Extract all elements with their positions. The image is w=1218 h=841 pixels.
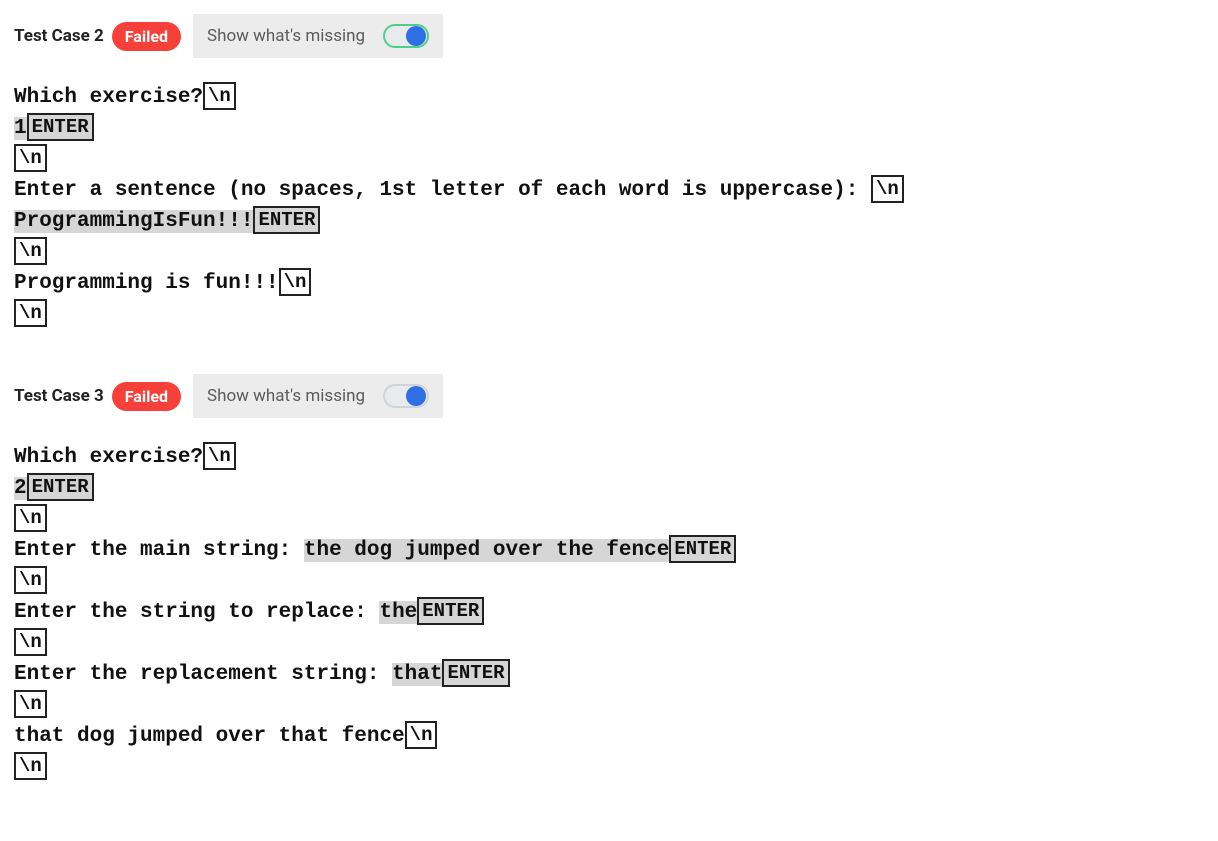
console-line: ProgrammingIsFun!!!ENTER <box>14 206 1204 237</box>
console-line: \n <box>14 299 1204 330</box>
output-text: Enter the string to replace: <box>14 601 379 624</box>
test-case-header: Test Case 2 Failed Show what's missing <box>14 14 1204 58</box>
console-output: Which exercise?\n2ENTER\nEnter the main … <box>14 442 1204 783</box>
enter-key-token: ENTER <box>442 659 509 687</box>
toggle-knob <box>406 386 426 406</box>
output-text: Programming is fun!!! <box>14 272 279 295</box>
test-case-block: Test Case 2 Failed Show what's missing Whic… <box>14 14 1204 330</box>
user-input-text: 1 <box>14 117 27 140</box>
console-line: \n <box>14 690 1204 721</box>
console-output: Which exercise?\n1ENTER\nEnter a sentenc… <box>14 82 1204 330</box>
user-input-text: ProgrammingIsFun!!! <box>14 210 253 233</box>
console-line: Which exercise?\n <box>14 442 1204 473</box>
show-missing-label: Show what's missing <box>207 386 365 406</box>
test-case-header: Test Case 3 Failed Show what's missing <box>14 374 1204 418</box>
console-line: Programming is fun!!!\n <box>14 268 1204 299</box>
show-missing-toggle[interactable] <box>383 24 429 48</box>
console-line: \n <box>14 566 1204 597</box>
toggle-knob <box>406 26 426 46</box>
newline-token: \n <box>14 628 47 656</box>
console-line: Which exercise?\n <box>14 82 1204 113</box>
status-badge: Failed <box>112 382 181 411</box>
enter-key-token: ENTER <box>417 597 484 625</box>
user-input-text: the dog jumped over the fence <box>304 539 669 562</box>
output-text: Which exercise? <box>14 446 203 469</box>
console-line: Enter the string to replace: theENTER <box>14 597 1204 628</box>
newline-token: \n <box>14 690 47 718</box>
output-text: Which exercise? <box>14 86 203 109</box>
enter-key-token: ENTER <box>27 113 94 141</box>
show-missing-label: Show what's missing <box>207 26 365 46</box>
user-input-text: 2 <box>14 477 27 500</box>
console-line: Enter the replacement string: thatENTER <box>14 659 1204 690</box>
output-text: Enter the main string: <box>14 539 304 562</box>
console-line: \n <box>14 752 1204 783</box>
console-line: that dog jumped over that fence\n <box>14 721 1204 752</box>
test-case-block: Test Case 3 Failed Show what's missing Whic… <box>14 374 1204 783</box>
newline-token: \n <box>14 566 47 594</box>
newline-token: \n <box>279 268 312 296</box>
console-line: \n <box>14 144 1204 175</box>
enter-key-token: ENTER <box>27 473 94 501</box>
output-text: that dog jumped over that fence <box>14 725 405 748</box>
newline-token: \n <box>203 442 236 470</box>
output-text: Enter the replacement string: <box>14 663 392 686</box>
show-missing-control: Show what's missing <box>193 14 443 58</box>
newline-token: \n <box>14 144 47 172</box>
show-missing-control: Show what's missing <box>193 374 443 418</box>
console-line: \n <box>14 237 1204 268</box>
newline-token: \n <box>14 237 47 265</box>
user-input-text: that <box>392 663 442 686</box>
status-badge: Failed <box>112 22 181 51</box>
test-case-title: Test Case 2 <box>14 26 104 46</box>
console-line: 2ENTER <box>14 473 1204 504</box>
enter-key-token: ENTER <box>253 206 320 234</box>
test-case-title: Test Case 3 <box>14 386 104 406</box>
newline-token: \n <box>405 721 438 749</box>
console-line: 1ENTER <box>14 113 1204 144</box>
console-line: \n <box>14 628 1204 659</box>
enter-key-token: ENTER <box>669 535 736 563</box>
console-line: Enter the main string: the dog jumped ov… <box>14 535 1204 566</box>
newline-token: \n <box>203 82 236 110</box>
user-input-text: the <box>379 601 417 624</box>
newline-token: \n <box>14 752 47 780</box>
console-line: \n <box>14 504 1204 535</box>
output-text: Enter a sentence (no spaces, 1st letter … <box>14 179 871 202</box>
newline-token: \n <box>14 299 47 327</box>
newline-token: \n <box>14 504 47 532</box>
show-missing-toggle[interactable] <box>383 384 429 408</box>
console-line: Enter a sentence (no spaces, 1st letter … <box>14 175 1204 206</box>
newline-token: \n <box>871 175 904 203</box>
